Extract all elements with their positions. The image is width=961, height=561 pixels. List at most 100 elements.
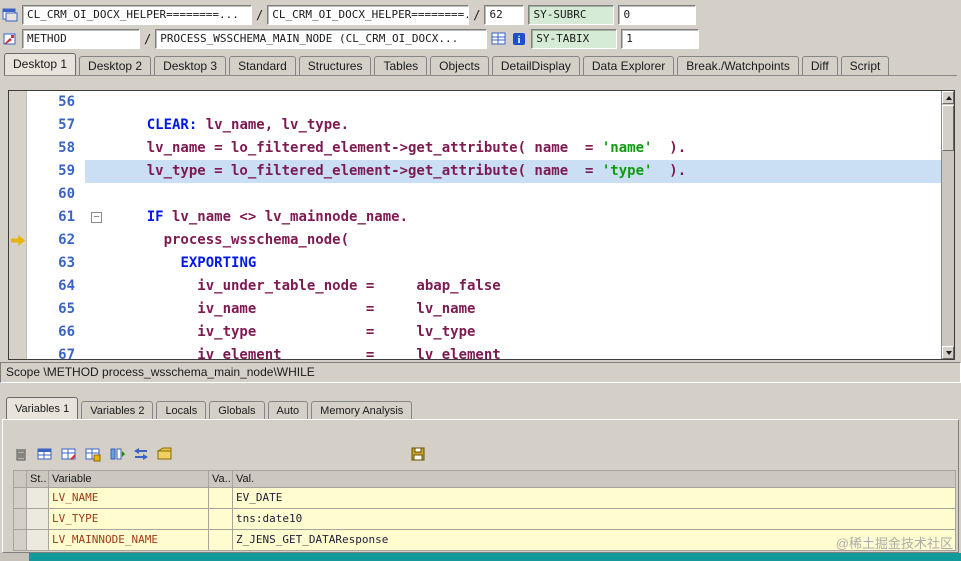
tab-variables-2[interactable]: Variables 2 <box>81 401 154 420</box>
tab-script[interactable]: Script <box>840 56 890 75</box>
line-number[interactable]: 65 <box>27 298 85 321</box>
code-segment: 'type' <box>601 163 653 179</box>
header-va[interactable]: Va.. <box>209 470 233 488</box>
header-variable[interactable]: Variable <box>49 470 209 488</box>
line-number-field[interactable]: 62 <box>484 5 525 25</box>
code-line: 63 EXPORTING <box>9 252 941 275</box>
table-row[interactable]: LV_TYPE tns:date10 <box>13 509 956 530</box>
code-scrollbar[interactable] <box>941 91 954 359</box>
swap-arrows-icon[interactable] <box>133 446 150 462</box>
tab-desktop-2[interactable]: Desktop 2 <box>79 56 152 75</box>
scrollbar-thumb[interactable] <box>942 105 954 151</box>
code-editor-panel: 56 57 CLEAR: lv_name, lv_type. 58 lv_name … <box>8 90 955 360</box>
line-number[interactable]: 58 <box>27 137 85 160</box>
line-number[interactable]: 62 <box>27 229 85 252</box>
code-text[interactable] <box>85 183 941 206</box>
row-selector[interactable] <box>13 509 27 530</box>
value-cell[interactable]: tns:date10 <box>233 509 956 530</box>
tab-diff[interactable]: Diff <box>801 56 838 75</box>
code-segment: iv_element = lv_element <box>113 347 501 360</box>
tab-desktop-3[interactable]: Desktop 3 <box>154 56 227 75</box>
line-number[interactable]: 60 <box>27 183 85 206</box>
tab-structures[interactable]: Structures <box>298 56 372 75</box>
variable-name-cell[interactable]: LV_NAME <box>49 488 209 509</box>
code-segment: lv_name = lo_filtered_element->get_attri… <box>113 140 602 156</box>
fold-marker-icon[interactable]: – <box>91 212 102 223</box>
code-text[interactable] <box>85 91 941 114</box>
code-text[interactable]: iv_type = lv_type <box>85 321 941 344</box>
variables-table-header: St.. Variable Va.. Val. <box>13 470 956 488</box>
separator: / <box>144 32 152 46</box>
delete-icon[interactable] <box>13 446 30 462</box>
include-name-field[interactable]: CL_CRM_OI_DOCX_HELPER========... <box>267 5 470 25</box>
code-segment: ). <box>652 163 687 179</box>
line-number[interactable]: 56 <box>27 91 85 114</box>
code-text[interactable]: CLEAR: lv_name, lv_type. <box>85 114 941 137</box>
code-text[interactable]: – IF lv_name <> lv_mainnode_name. <box>85 206 941 229</box>
tab-data-explorer[interactable]: Data Explorer <box>582 56 675 75</box>
table-change-icon[interactable] <box>61 446 78 462</box>
kind-field[interactable]: METHOD <box>22 29 140 49</box>
method-name-field[interactable]: PROCESS_WSSCHEMA_MAIN_NODE (CL_CRM_OI_DO… <box>155 29 488 49</box>
variable-name-cell[interactable]: LV_MAINNODE_NAME <box>49 530 209 551</box>
row-selector[interactable] <box>13 530 27 551</box>
tab-variables-1[interactable]: Variables 1 <box>6 397 79 420</box>
tab-tables[interactable]: Tables <box>374 56 428 75</box>
tab-break-watchpoints[interactable]: Break./Watchpoints <box>677 56 799 75</box>
tab-objects[interactable]: Objects <box>430 56 489 75</box>
table-row[interactable]: LV_MAINNODE_NAME Z_JENS_GET_DATAResponse <box>13 530 956 551</box>
tab-locals[interactable]: Locals <box>156 401 207 420</box>
tab-detaildisplay[interactable]: DetailDisplay <box>491 56 580 75</box>
code-text[interactable]: iv_under_table_node = abap_false <box>85 275 941 298</box>
code-margin-cell <box>9 160 27 183</box>
code-margin-cell <box>9 275 27 298</box>
code-text[interactable]: lv_name = lo_filtered_element->get_attri… <box>85 137 941 160</box>
code-segment: IF <box>146 209 164 225</box>
scroll-up-icon[interactable] <box>942 91 954 104</box>
structure-grid-icon[interactable] <box>491 31 507 47</box>
line-number[interactable]: 67 <box>27 344 85 359</box>
info-icon[interactable]: i <box>511 31 527 47</box>
code-text[interactable]: iv_name = lv_name <box>85 298 941 321</box>
line-number[interactable]: 59 <box>27 160 85 183</box>
table-save-icon[interactable] <box>85 446 102 462</box>
scroll-down-icon[interactable] <box>942 346 954 359</box>
line-number[interactable]: 63 <box>27 252 85 275</box>
save-layout-icon[interactable] <box>410 446 427 462</box>
header-status[interactable]: St.. <box>27 470 49 488</box>
code-text[interactable]: process_wsschema_node( <box>85 229 941 252</box>
execution-pointer-icon <box>11 235 25 246</box>
code-segment: EXPORTING <box>180 255 257 271</box>
code-line: 64 iv_under_table_node = abap_false <box>9 275 941 298</box>
va-cell <box>209 488 233 509</box>
code-margin-cell <box>9 344 27 359</box>
code-margin-cell <box>9 183 27 206</box>
line-number[interactable]: 57 <box>27 114 85 137</box>
sort-columns-icon[interactable] <box>109 446 126 462</box>
line-number[interactable]: 61 <box>27 206 85 229</box>
header-value[interactable]: Val. <box>233 470 956 488</box>
line-number[interactable]: 64 <box>27 275 85 298</box>
sy-tabix-value-field[interactable]: 1 <box>621 29 700 49</box>
code-segment: lv_name <> lv_mainnode_name. <box>163 209 409 225</box>
code-text[interactable]: lv_type = lo_filtered_element->get_attri… <box>85 160 941 183</box>
scope-status-bar: Scope \METHOD process_wsschema_main_node… <box>0 362 961 383</box>
value-cell[interactable]: EV_DATE <box>233 488 956 509</box>
tab-desktop-1[interactable]: Desktop 1 <box>4 53 77 75</box>
code-line: 67 iv_element = lv_element <box>9 344 941 360</box>
line-number[interactable]: 66 <box>27 321 85 344</box>
tab-globals[interactable]: Globals <box>209 401 265 420</box>
code-text[interactable]: iv_element = lv_element <box>85 344 941 360</box>
tab-memory-analysis[interactable]: Memory Analysis <box>311 401 413 420</box>
row-selector[interactable] <box>13 488 27 509</box>
table-row[interactable]: LV_NAME EV_DATE <box>13 488 956 509</box>
table-display-icon[interactable] <box>37 446 54 462</box>
class-name-field[interactable]: CL_CRM_OI_DOCX_HELPER========... <box>22 5 252 25</box>
tab-standard[interactable]: Standard <box>229 56 296 75</box>
variable-name-cell[interactable]: LV_TYPE <box>49 509 209 530</box>
code-margin-cell <box>9 321 27 344</box>
filter-icon[interactable] <box>157 446 174 462</box>
tab-auto[interactable]: Auto <box>267 401 309 420</box>
code-text[interactable]: EXPORTING <box>85 252 941 275</box>
sy-subrc-value-field[interactable]: 0 <box>618 5 697 25</box>
